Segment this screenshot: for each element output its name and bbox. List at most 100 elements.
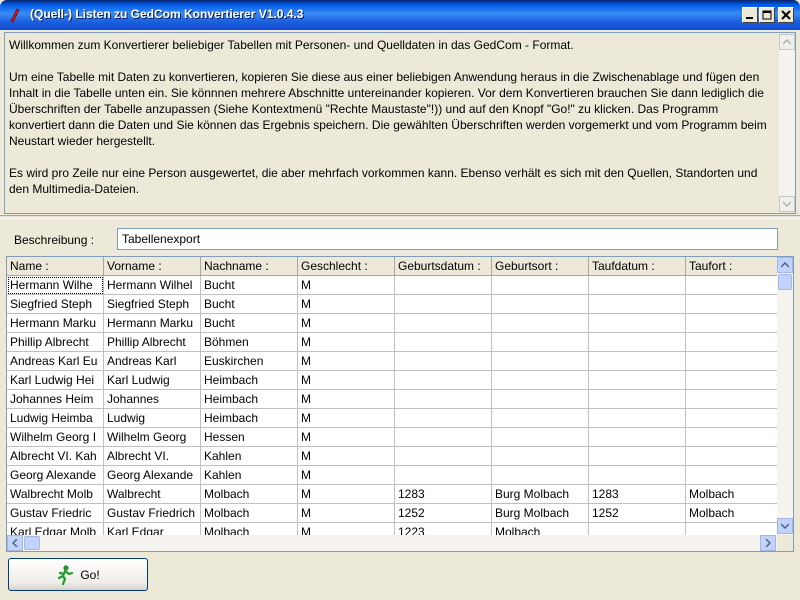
column-header[interactable]: Name : [7, 257, 104, 276]
table-cell[interactable]: M [298, 314, 395, 333]
table-cell[interactable]: Heimbach [201, 371, 298, 390]
table-cell[interactable] [589, 447, 686, 466]
table-cell[interactable] [686, 314, 783, 333]
table-cell[interactable] [589, 276, 686, 295]
table-cell[interactable]: M [298, 504, 395, 523]
table-cell[interactable]: Molbach [686, 485, 783, 504]
grid-scroll-right-button[interactable] [760, 535, 776, 551]
table-cell[interactable]: Böhmen [201, 333, 298, 352]
table-row[interactable]: Hermann Marku Hermann Marku Bucht M [7, 314, 783, 333]
column-header[interactable]: Nachname : [201, 257, 298, 276]
table-cell[interactable] [589, 428, 686, 447]
table-cell[interactable]: Hermann Wilhe [7, 276, 104, 295]
table-cell[interactable] [686, 428, 783, 447]
table-cell[interactable]: Georg Alexande [7, 466, 104, 485]
table-cell[interactable]: Andreas Karl [104, 352, 201, 371]
table-cell[interactable] [589, 352, 686, 371]
table-cell[interactable]: Ludwig [104, 409, 201, 428]
table-cell[interactable] [686, 276, 783, 295]
table-cell[interactable]: Hermann Wilhel [104, 276, 201, 295]
grid-scroll-left-button[interactable] [7, 535, 23, 551]
grid-vertical-scrollbar[interactable] [777, 257, 793, 535]
table-cell[interactable] [395, 352, 492, 371]
table-cell[interactable]: M [298, 371, 395, 390]
table-row[interactable]: Hermann Wilhe Hermann Wilhel Bucht M [7, 276, 783, 295]
table-cell[interactable]: Bucht [201, 276, 298, 295]
table-row[interactable]: Andreas Karl Eu Andreas Karl Euskirchen M [7, 352, 783, 371]
table-cell[interactable] [395, 276, 492, 295]
table-row[interactable]: Walbrecht Molb Walbrecht Molbach M 1283 Burg … [7, 485, 783, 504]
close-button[interactable] [778, 7, 794, 23]
table-row[interactable]: Wilhelm Georg I Wilhelm Georg Hessen M [7, 428, 783, 447]
column-header[interactable]: Vorname : [104, 257, 201, 276]
table-cell[interactable]: Burg Molbach [492, 504, 589, 523]
table-cell[interactable]: M [298, 466, 395, 485]
table-cell[interactable]: Karl Ludwig Hei [7, 371, 104, 390]
table-cell[interactable] [492, 409, 589, 428]
table-cell[interactable]: Wilhelm Georg I [7, 428, 104, 447]
table-cell[interactable] [492, 390, 589, 409]
scroll-up-button[interactable] [779, 34, 795, 50]
table-cell[interactable]: Kahlen [201, 447, 298, 466]
table-cell[interactable] [589, 295, 686, 314]
table-cell[interactable] [492, 371, 589, 390]
table-cell[interactable]: Walbrecht [104, 485, 201, 504]
table-cell[interactable] [492, 276, 589, 295]
grid-horizontal-scrollbar[interactable] [7, 535, 777, 551]
table-cell[interactable]: M [298, 485, 395, 504]
table-cell[interactable] [686, 409, 783, 428]
table-cell[interactable]: 1283 [395, 485, 492, 504]
table-cell[interactable] [395, 428, 492, 447]
table-row[interactable]: Phillip Albrecht Phillip Albrecht Böhmen M [7, 333, 783, 352]
grid-vertical-thumb[interactable] [778, 274, 792, 290]
table-cell[interactable] [492, 447, 589, 466]
table-cell[interactable]: Siegfried Steph [7, 295, 104, 314]
table-cell[interactable] [589, 409, 686, 428]
table-cell[interactable]: M [298, 352, 395, 371]
table-cell[interactable]: Ludwig Heimba [7, 409, 104, 428]
table-cell[interactable] [395, 295, 492, 314]
table-cell[interactable] [395, 447, 492, 466]
grid-scroll-down-button[interactable] [777, 518, 793, 534]
table-cell[interactable]: M [298, 409, 395, 428]
table-row[interactable]: Albrecht VI. Kah Albrecht VI. Kahlen M [7, 447, 783, 466]
table-cell[interactable]: 1252 [395, 504, 492, 523]
table-cell[interactable]: Wilhelm Georg [104, 428, 201, 447]
table-cell[interactable]: M [298, 295, 395, 314]
table-cell[interactable] [686, 333, 783, 352]
table-cell[interactable]: Andreas Karl Eu [7, 352, 104, 371]
go-button[interactable]: Go! [8, 558, 148, 591]
info-scrollbar[interactable] [779, 34, 795, 212]
table-cell[interactable] [395, 371, 492, 390]
table-cell[interactable]: Kahlen [201, 466, 298, 485]
table-cell[interactable]: Burg Molbach [492, 485, 589, 504]
table-cell[interactable] [589, 390, 686, 409]
table-cell[interactable]: Bucht [201, 314, 298, 333]
table-cell[interactable] [686, 371, 783, 390]
table-cell[interactable]: Hermann Marku [104, 314, 201, 333]
table-cell[interactable] [589, 333, 686, 352]
table-cell[interactable] [589, 371, 686, 390]
table-cell[interactable]: M [298, 333, 395, 352]
table-cell[interactable] [492, 314, 589, 333]
table-cell[interactable]: 1252 [589, 504, 686, 523]
minimize-button[interactable] [742, 7, 758, 23]
info-text-area[interactable]: Willkommen zum Konvertierer beliebiger T… [4, 32, 796, 214]
table-cell[interactable] [395, 333, 492, 352]
table-cell[interactable]: Gustav Friedric [7, 504, 104, 523]
title-bar[interactable]: (Quell-) Listen zu GedCom Konvertierer V… [0, 0, 800, 30]
table-cell[interactable] [492, 428, 589, 447]
table-row[interactable]: Gustav Friedric Gustav Friedrich Molbach M 1… [7, 504, 783, 523]
table-cell[interactable]: Walbrecht Molb [7, 485, 104, 504]
table-row[interactable]: Johannes Heim Johannes Heimbach M [7, 390, 783, 409]
table-cell[interactable]: Bucht [201, 295, 298, 314]
table-cell[interactable] [686, 466, 783, 485]
table-cell[interactable] [492, 466, 589, 485]
table-cell[interactable] [686, 352, 783, 371]
table-cell[interactable] [686, 295, 783, 314]
table-row[interactable]: Karl Ludwig Hei Karl Ludwig Heimbach M [7, 371, 783, 390]
table-row[interactable]: Ludwig Heimba Ludwig Heimbach M [7, 409, 783, 428]
table-cell[interactable] [686, 447, 783, 466]
table-cell[interactable]: Heimbach [201, 409, 298, 428]
table-row[interactable]: Siegfried Steph Siegfried Steph Bucht M [7, 295, 783, 314]
